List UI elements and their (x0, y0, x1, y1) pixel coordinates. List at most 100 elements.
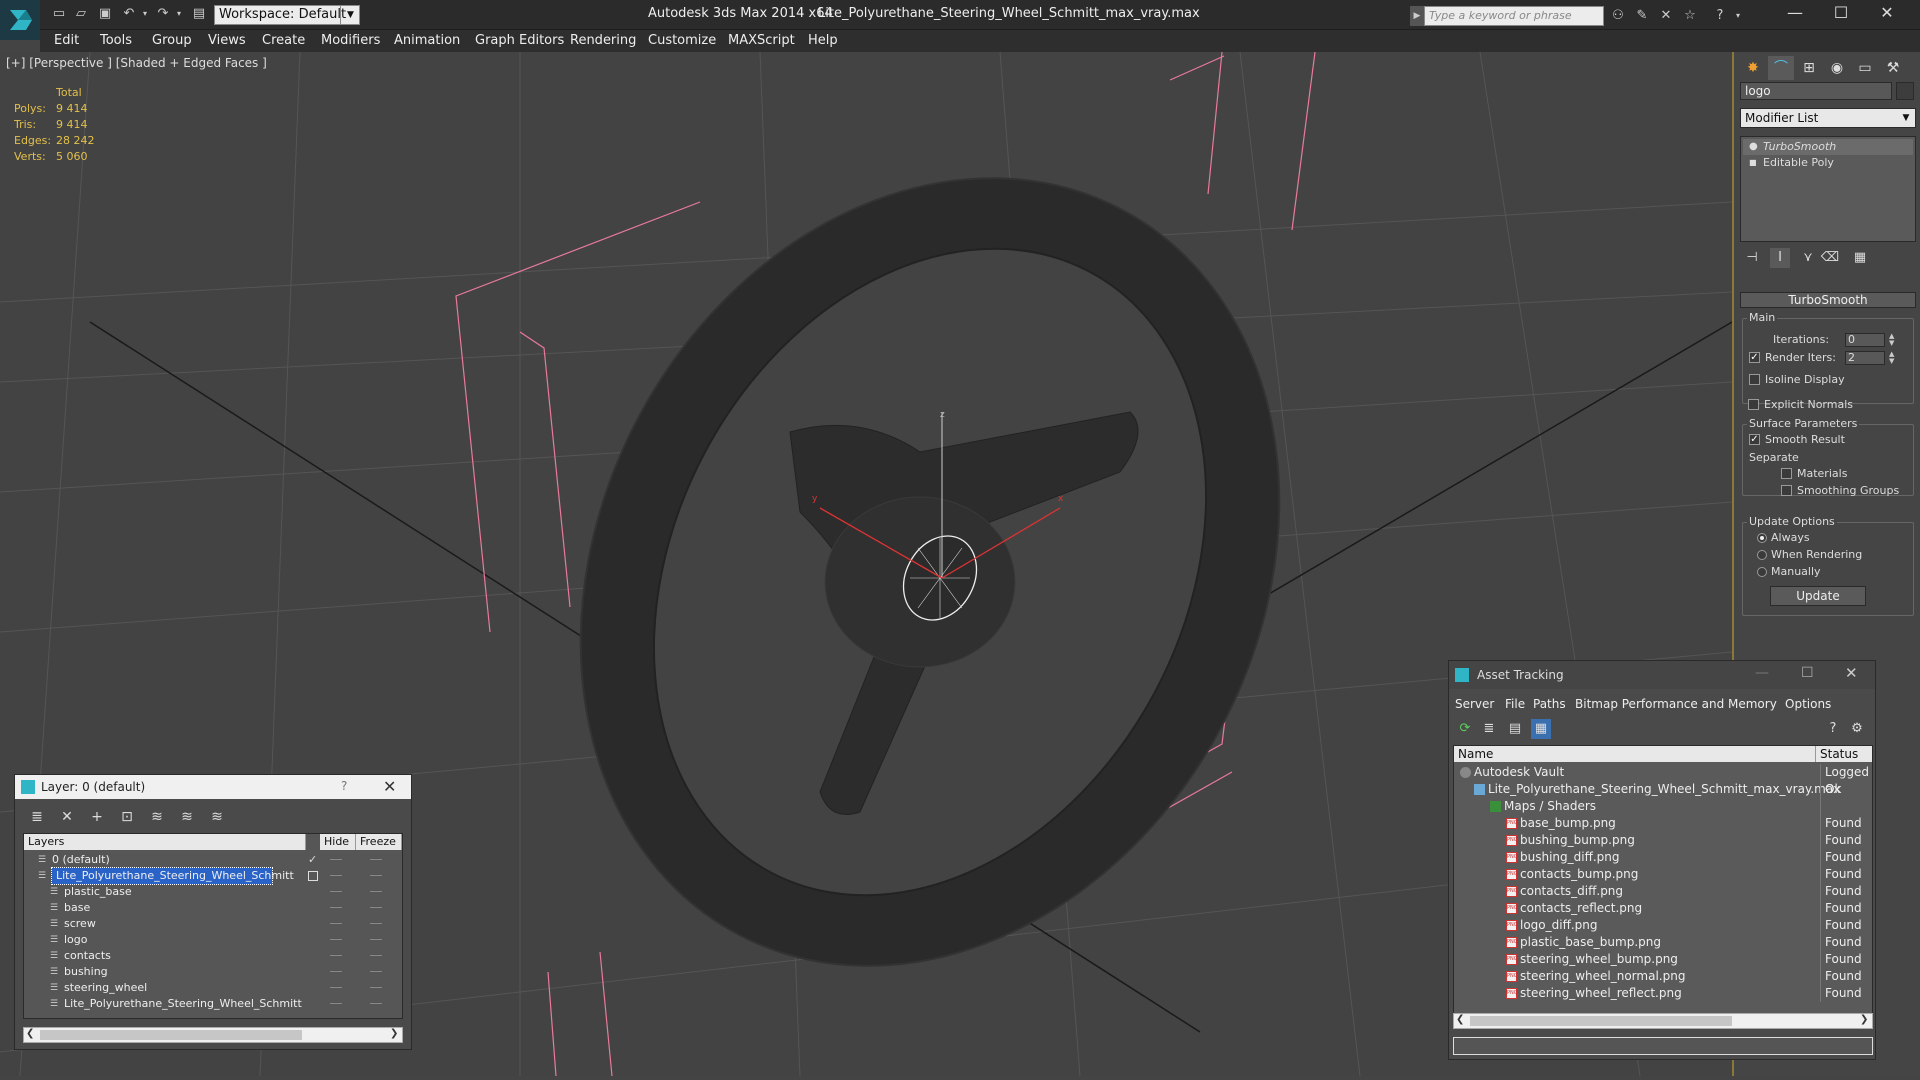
redo-dropdown-icon[interactable]: ▾ (170, 6, 188, 22)
freeze-toggle[interactable] (370, 907, 382, 908)
highlight-layer-icon[interactable]: ≋ (147, 807, 167, 827)
layers-column-header[interactable]: Layers (24, 834, 306, 850)
asset-scroll-thumb[interactable] (1470, 1016, 1732, 1026)
render-iters-spinner[interactable]: 2 (1845, 351, 1885, 365)
scroll-right-icon[interactable]: ❯ (390, 1028, 398, 1039)
asset-row[interactable]: PNG base_bump.png Found (1454, 815, 1872, 832)
workspace-chevron-icon[interactable]: ▼ (340, 5, 360, 25)
explicit-normals-checkbox[interactable] (1748, 399, 1759, 410)
menu-modifiers[interactable]: Modifiers (321, 33, 380, 48)
freeze-toggle[interactable] (370, 955, 382, 956)
show-end-result-icon[interactable]: I (1770, 248, 1790, 268)
motion-tab-icon[interactable]: ◉ (1824, 56, 1850, 80)
freeze-toggle[interactable] (370, 939, 382, 940)
stack-item-editable-poly[interactable]: ■ Editable Poly (1743, 155, 1913, 171)
menu-help[interactable]: Help (808, 33, 838, 48)
render-iters-checkbox[interactable]: ✓ (1749, 352, 1760, 363)
asset-close-button[interactable]: ✕ (1845, 664, 1858, 682)
subscription-icon[interactable]: ✎ (1634, 8, 1650, 24)
help-icon[interactable]: ? (1712, 8, 1728, 24)
current-layer-checkmark-icon[interactable]: ✓ (308, 852, 317, 868)
hide-toggle[interactable] (330, 1003, 342, 1004)
stack-item-turbosmooth[interactable]: ● TurboSmooth (1743, 139, 1913, 155)
layer-row[interactable]: ☰ bushing (24, 964, 402, 980)
hide-column-header[interactable]: Hide (320, 834, 356, 850)
layer-window-title[interactable]: Layer: 0 (default) (15, 775, 411, 799)
workspace-dropdown[interactable]: Workspace: Default (214, 5, 360, 25)
asset-row[interactable]: PNG bushing_bump.png Found (1454, 832, 1872, 849)
refresh-icon[interactable]: ⟳ (1455, 719, 1475, 739)
hide-toggle[interactable] (330, 907, 342, 908)
asset-help-icon[interactable]: ? (1823, 719, 1843, 739)
modifier-list-chevron-icon[interactable]: ▼ (1897, 109, 1915, 127)
asset-menu-file[interactable]: File (1505, 697, 1525, 711)
app-logo-icon[interactable] (0, 0, 40, 40)
menu-create[interactable]: Create (262, 33, 305, 48)
asset-settings-icon[interactable]: ⚙ (1847, 719, 1867, 739)
freeze-toggle[interactable] (370, 875, 382, 876)
layer-row[interactable]: ☰ base (24, 900, 402, 916)
menu-animation[interactable]: Animation (394, 33, 460, 48)
asset-menu-bitmap-performance[interactable]: Bitmap Performance and Memory (1575, 697, 1777, 711)
scroll-left-icon[interactable]: ❮ (26, 1028, 34, 1039)
configure-sets-icon[interactable]: ▦ (1850, 248, 1870, 268)
favorites-star-icon[interactable]: ☆ (1682, 8, 1698, 24)
hide-toggle[interactable] (330, 923, 342, 924)
asset-scroll-right-icon[interactable]: ❯ (1860, 1014, 1868, 1025)
layer-close-button[interactable]: ✕ (383, 777, 396, 796)
isoline-display-checkbox[interactable] (1749, 374, 1760, 385)
asset-row[interactable]: PNG steering_wheel_bump.png Found (1454, 951, 1872, 968)
viewport-label[interactable]: [+] [Perspective ] [Shaded + Edged Faces… (6, 56, 267, 70)
hide-toggle[interactable] (330, 971, 342, 972)
open-file-icon[interactable]: ▱ (72, 6, 90, 22)
asset-row[interactable]: Autodesk Vault Logged O (1454, 764, 1872, 796)
object-color-swatch[interactable] (1896, 82, 1914, 100)
asset-menu-paths[interactable]: Paths (1533, 697, 1566, 711)
iterations-spinner-arrows-icon[interactable]: ▲ ▼ (1889, 333, 1897, 347)
expand-plus-icon[interactable]: ■ (1749, 155, 1757, 171)
hide-toggle[interactable] (330, 987, 342, 988)
menu-graph-editors[interactable]: Graph Editors (475, 33, 564, 48)
freeze-all-icon[interactable]: ≋ (207, 807, 227, 827)
update-when-rendering-radio[interactable] (1757, 550, 1767, 560)
layer-row[interactable]: ☰ steering_wheel (24, 980, 402, 996)
layer-horizontal-scrollbar[interactable]: ❮ ❯ (23, 1027, 403, 1043)
select-objects-icon[interactable]: ⊡ (117, 807, 137, 827)
display-tab-icon[interactable]: ▭ (1852, 56, 1878, 80)
layer-help-button[interactable]: ? (341, 779, 347, 793)
asset-row[interactable]: PNG plastic_base_bump.png Found (1454, 934, 1872, 951)
materials-checkbox[interactable] (1781, 468, 1792, 479)
asset-scroll-left-icon[interactable]: ❮ (1456, 1014, 1464, 1025)
layer-row[interactable]: ☰ Lite_Polyurethane_Steering_Wheel_Schmit… (24, 996, 402, 1012)
asset-row[interactable]: PNG contacts_bump.png Found (1454, 866, 1872, 883)
undo-dropdown-icon[interactable]: ▾ (136, 6, 154, 22)
smoothing-groups-checkbox[interactable] (1781, 485, 1792, 496)
name-column-header[interactable]: Name (1454, 746, 1816, 762)
layer-row[interactable]: ☰ contacts (24, 948, 402, 964)
maximize-button[interactable]: ☐ (1818, 0, 1864, 26)
update-always-radio[interactable] (1757, 533, 1767, 543)
thumbnail-view-icon[interactable]: ▤ (1505, 719, 1525, 739)
remove-modifier-icon[interactable]: ⌫ (1820, 248, 1840, 268)
hide-toggle[interactable] (330, 891, 342, 892)
create-layer-icon[interactable]: ≣ (27, 807, 47, 827)
asset-menu-options[interactable]: Options (1785, 697, 1831, 711)
create-tab-icon[interactable]: ✸ (1740, 56, 1766, 80)
asset-row[interactable]: PNG steering_wheel_normal.png Found (1454, 968, 1872, 985)
layer-row[interactable]: ☰ logo (24, 932, 402, 948)
layer-row[interactable]: ☰ plastic_base (24, 884, 402, 900)
menu-views[interactable]: Views (208, 33, 246, 48)
turbosmooth-rollout-header[interactable]: TurboSmooth (1740, 292, 1916, 308)
communication-icon[interactable]: ✕ (1658, 8, 1674, 24)
menu-customize[interactable]: Customize (648, 33, 716, 48)
freeze-column-header[interactable]: Freeze (356, 834, 402, 850)
hide-toggle[interactable] (330, 939, 342, 940)
menu-group[interactable]: Group (152, 33, 192, 48)
asset-minimize-button[interactable]: — (1755, 665, 1769, 681)
menu-rendering[interactable]: Rendering (570, 33, 636, 48)
asset-row[interactable]: Lite_Polyurethane_Steering_Wheel_Schmitt… (1454, 781, 1872, 798)
table-view-icon[interactable]: ▦ (1531, 719, 1551, 739)
object-name-field[interactable]: logo (1740, 82, 1892, 100)
set-current-layer-box[interactable] (308, 871, 318, 881)
list-view-icon[interactable]: ≣ (1479, 719, 1499, 739)
